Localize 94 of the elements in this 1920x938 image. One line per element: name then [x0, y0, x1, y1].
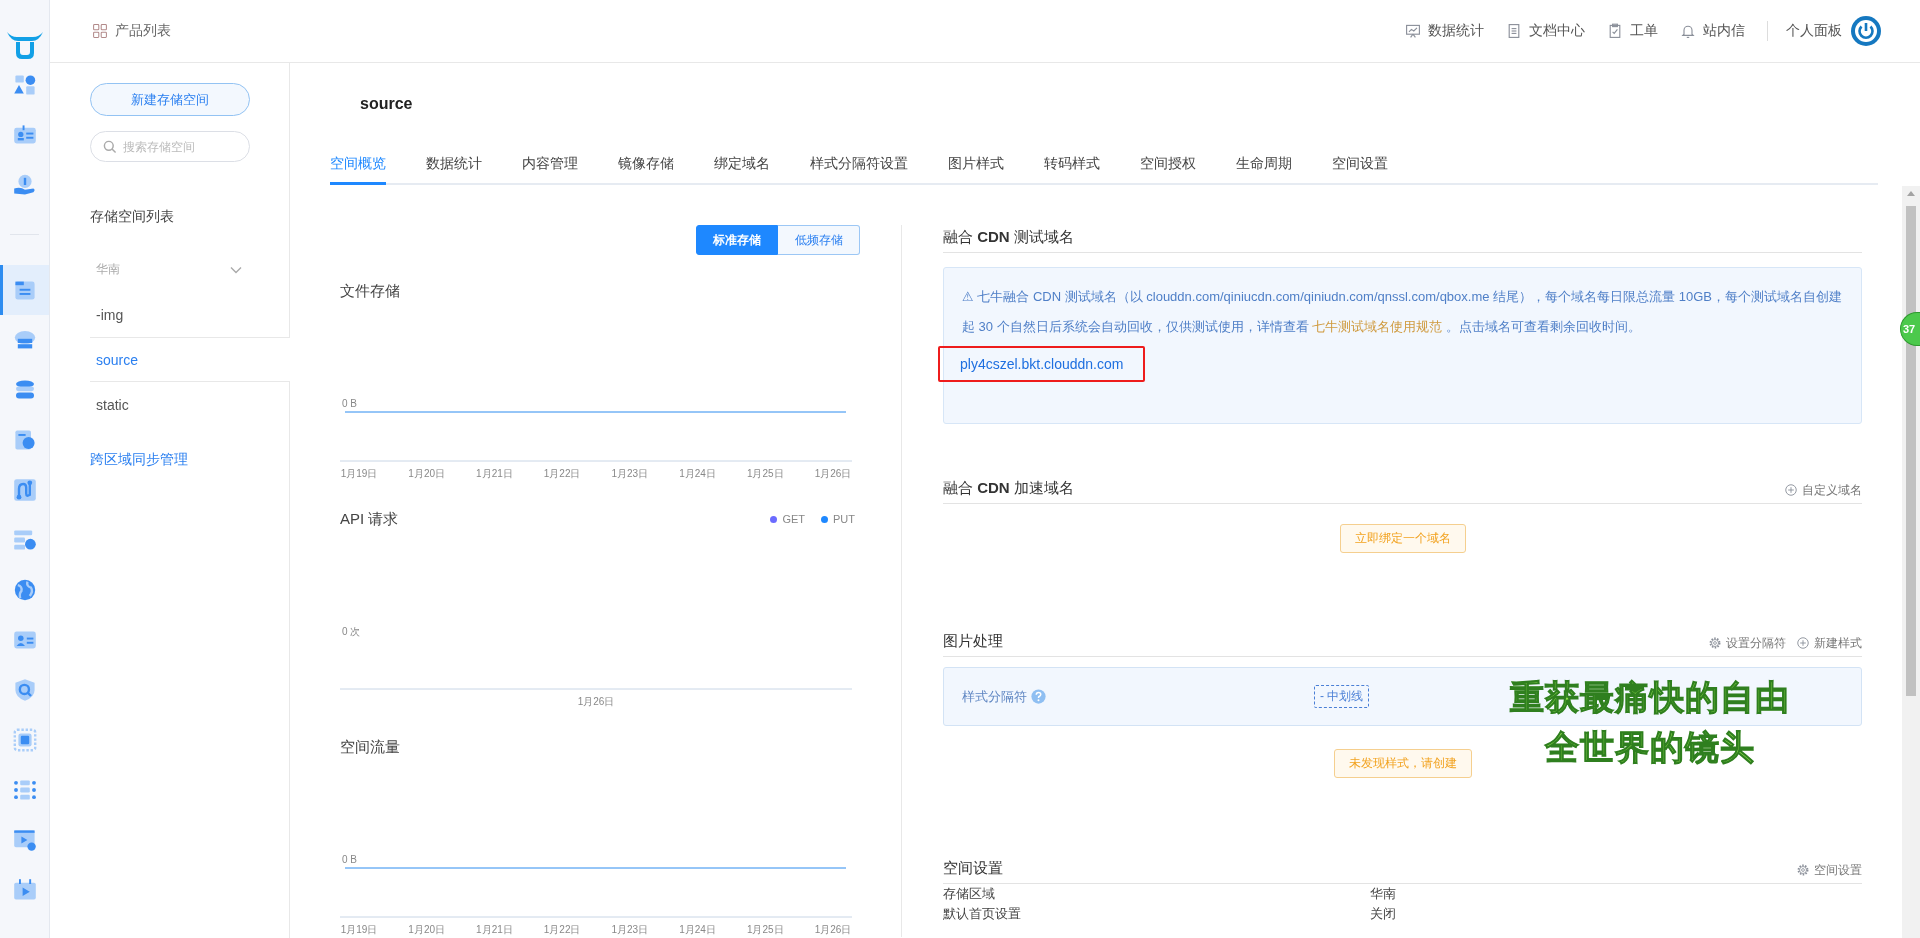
bucket-item[interactable]: static: [90, 382, 289, 427]
header-link[interactable]: 文档中心: [1506, 22, 1585, 40]
lyrics-line: 全世界的镜头: [1544, 727, 1756, 768]
tab[interactable]: 生命周期: [1236, 141, 1292, 185]
setting-label: 存储区域: [943, 885, 996, 903]
bucket-item[interactable]: -img: [90, 292, 289, 337]
legend-label: PUT: [833, 513, 855, 525]
legend-label: GET: [782, 513, 805, 525]
axis-label: 1月26日: [814, 468, 852, 479]
page-title: source: [359, 94, 414, 114]
axis-label: 1月23日: [611, 924, 649, 935]
tab[interactable]: 绑定域名: [714, 141, 770, 185]
grid-icon: [92, 23, 108, 39]
shield-search-icon: [12, 678, 37, 702]
server-chart-icon: [12, 528, 37, 552]
bell-icon: [1680, 23, 1696, 39]
header-link[interactable]: 数据统计: [1405, 22, 1484, 40]
create-bucket-button[interactable]: 新建存储空间: [90, 83, 250, 116]
test-domain-link[interactable]: ply4cszel.bkt.clouddn.com: [938, 346, 1146, 382]
tab[interactable]: 空间设置: [1332, 141, 1388, 185]
section-heading: 融合 CDN 加速域名: [943, 478, 1074, 498]
separator-tag: - 中划线: [1314, 685, 1370, 708]
settings-icon: [1708, 636, 1722, 650]
axis-label: 1月26日: [577, 696, 615, 707]
section-action-link[interactable]: 自定义域名: [1784, 480, 1862, 500]
axis-label: 1月22日: [543, 468, 581, 479]
help-icon[interactable]: [1031, 689, 1046, 704]
chart-title: API 请求: [340, 509, 399, 529]
axis-label: 1月25日: [746, 924, 784, 935]
setting-value: 华南: [1370, 885, 1396, 903]
section-title: 存储空间列表: [90, 207, 175, 226]
chip-icon: [12, 728, 37, 752]
pie-report-icon: [12, 428, 37, 452]
tab[interactable]: 转码样式: [1044, 141, 1100, 185]
setting-value: 关闭: [1370, 905, 1396, 923]
shapes-icon: [12, 73, 37, 97]
axis-label: 1月25日: [746, 468, 784, 479]
nav-item[interactable]: [0, 265, 49, 315]
header-link[interactable]: 站内信: [1680, 22, 1745, 40]
separator-label: 样式分隔符: [962, 687, 1027, 706]
section-heading: 融合 CDN 测试域名: [943, 227, 1074, 247]
axis-label: 1月24日: [679, 468, 716, 479]
chart-title: 空间流量: [340, 737, 400, 757]
clipboard-icon: [1607, 23, 1623, 39]
chart-title: 文件存储: [340, 281, 400, 301]
axis-label: 1月21日: [476, 924, 513, 935]
tab[interactable]: 空间概览: [330, 141, 386, 185]
scrollbar[interactable]: [1902, 186, 1920, 938]
lyrics-line: 重获最痛快的自由: [1509, 677, 1791, 718]
globe-icon: [12, 578, 37, 602]
plus-circle-icon: [1796, 636, 1810, 650]
notice-text: ⚠ 七牛融合 CDN 测试域名（以 clouddn.com/qiniucdn.com/qiniudn.com/qnssl.com/qbox.me 结尾），每个域名每日限总流量 10GB，每个测试域名自创建起 30 个自然日后系统会自动回收，仅供测试使用，详情查看 七牛测试域名使用规范 。点击域名可查看剩余回收时间。: [962, 288, 1843, 336]
video-clock-icon: [12, 828, 37, 852]
search-field[interactable]: 搜索存储空间: [90, 131, 250, 162]
plus-circle-icon: [1784, 483, 1798, 497]
route-icon: [12, 478, 37, 502]
coin-hand-icon: [12, 173, 37, 197]
list-icon: [12, 778, 37, 802]
tab[interactable]: 空间授权: [1140, 141, 1196, 185]
avatar-icon[interactable]: [1850, 15, 1882, 47]
tab[interactable]: 样式分隔符设置: [810, 141, 908, 185]
product-menu[interactable]: 产品列表: [92, 22, 171, 40]
bucket-item[interactable]: source: [90, 337, 290, 382]
tab[interactable]: 镜像存储: [618, 141, 674, 185]
tab[interactable]: 内容管理: [522, 141, 578, 185]
section-action-link[interactable]: 新建样式: [1796, 633, 1862, 653]
section-heading: 图片处理: [943, 631, 1003, 651]
axis-label: 0 次: [342, 626, 361, 637]
user-panel-link[interactable]: 个人面板: [1786, 22, 1842, 40]
axis-label: 1月22日: [543, 924, 581, 935]
section-action-link[interactable]: 空间设置: [1796, 860, 1862, 880]
storage-type-button[interactable]: 低频存储: [778, 225, 860, 255]
axis-label: 1月23日: [611, 468, 649, 479]
axis-label: 1月19日: [340, 468, 378, 479]
tab[interactable]: 图片样式: [948, 141, 1004, 185]
axis-label: 1月24日: [679, 924, 716, 935]
document-icon: [1506, 23, 1522, 39]
section-action-link[interactable]: 设置分隔符: [1708, 633, 1786, 653]
axis-label: 0 B: [342, 398, 357, 409]
axis-label: 1月20日: [408, 924, 446, 935]
setting-label: 默认首页设置: [943, 905, 1022, 923]
search-icon: [102, 139, 118, 155]
presentation-chart-icon: [1405, 23, 1421, 39]
tab[interactable]: 数据统计: [426, 141, 482, 185]
axis-label: 1月21日: [476, 468, 513, 479]
header-link[interactable]: 工单: [1607, 22, 1658, 40]
axis-label: 1月19日: [340, 924, 378, 935]
sync-management-link[interactable]: 跨区域同步管理: [90, 449, 289, 469]
axis-label: 0 B: [342, 854, 357, 865]
axis-label: 1月26日: [814, 924, 852, 935]
section-heading: 空间设置: [943, 858, 1003, 878]
axis-label: 1月20日: [408, 468, 446, 479]
video-icon: [12, 878, 37, 902]
settings-icon: [1796, 863, 1810, 877]
